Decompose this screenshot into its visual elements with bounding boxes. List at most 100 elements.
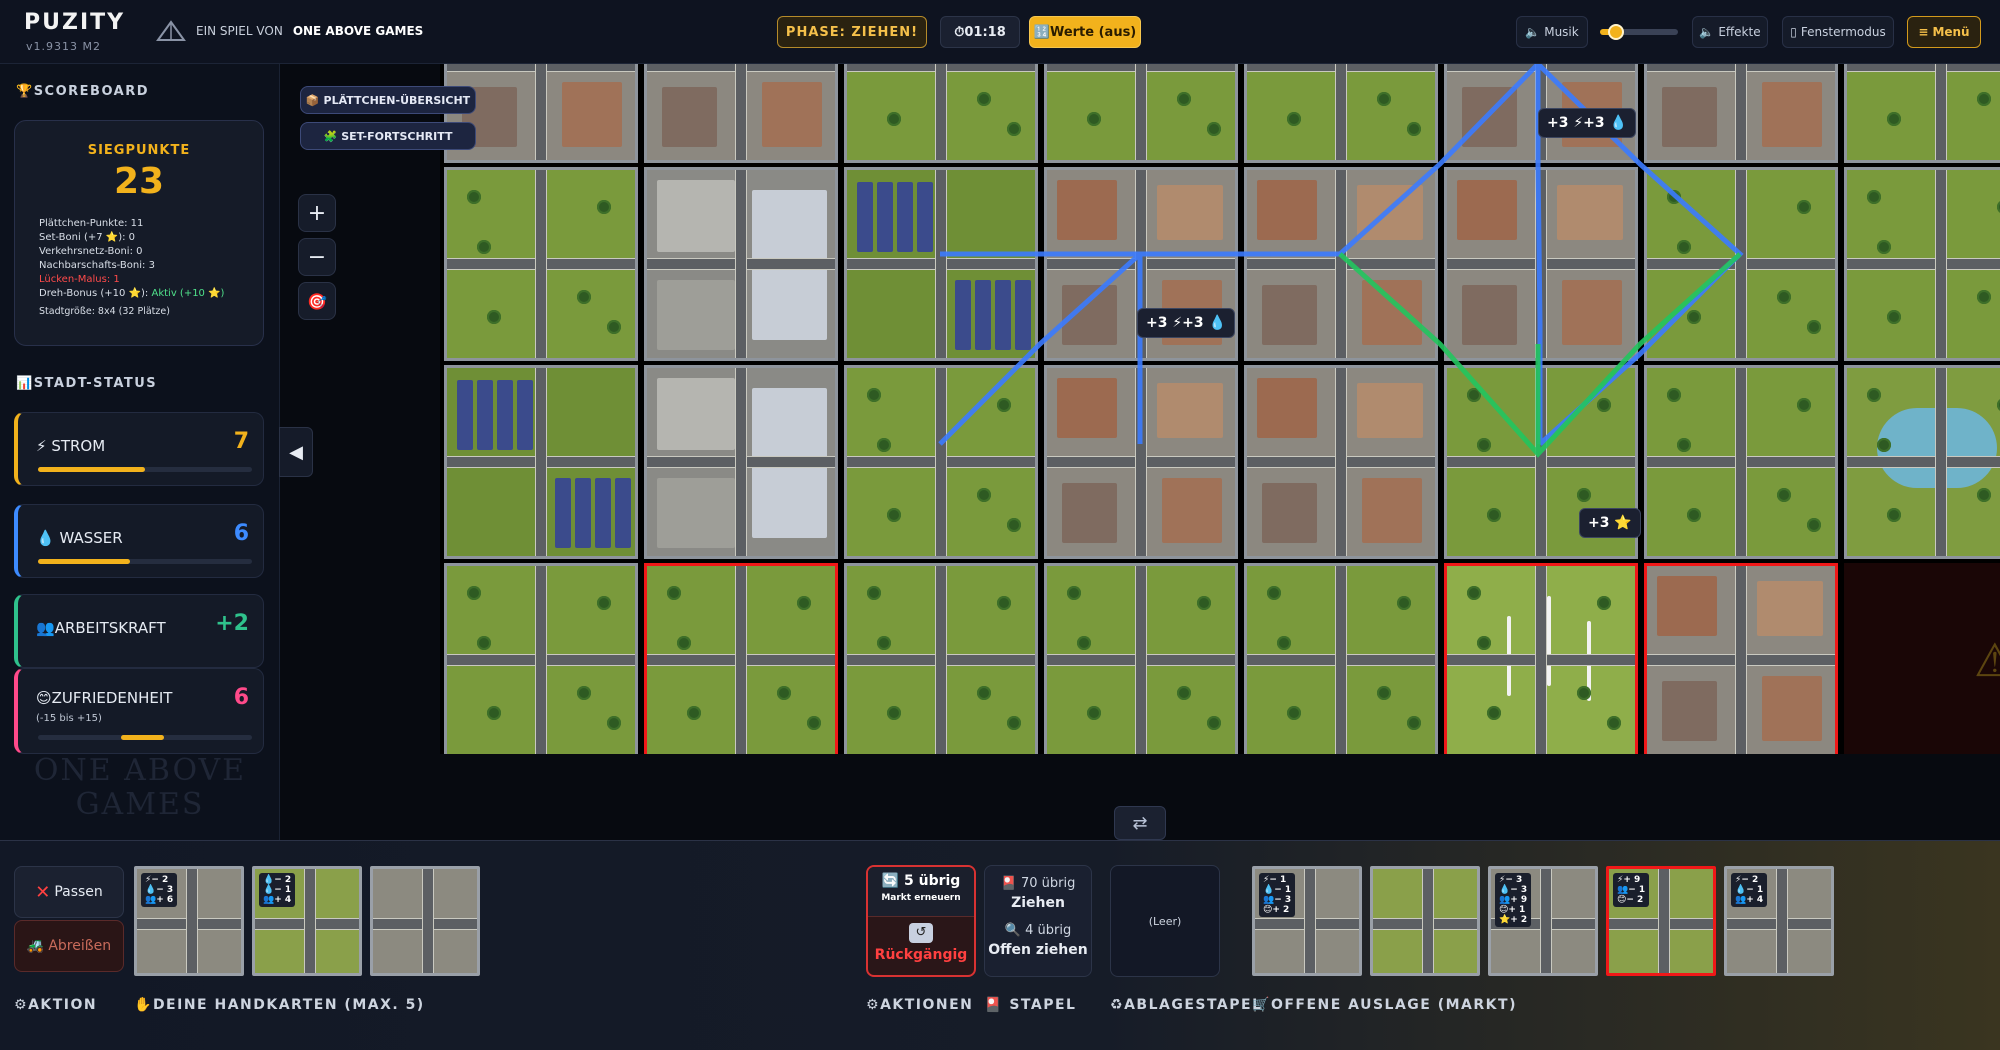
board-tile[interactable] [1244,167,1438,361]
undo-button[interactable]: ↺ Rückgängig [868,919,974,977]
market-card[interactable]: ⚡− 1 💧− 1 👥− 3 😊+ 2 [1252,866,1362,976]
tree [1777,488,1791,502]
tree [577,686,591,700]
board-tile[interactable] [644,563,838,754]
zoom-out-button[interactable]: − [298,238,336,276]
solar-panel [877,182,893,252]
recycle-icon: ♻ [1110,997,1125,1013]
board-tile[interactable] [1644,563,1838,754]
board-tile[interactable] [444,167,638,361]
action-label: ⚙AKTION [14,997,98,1013]
volume-slider[interactable] [1600,24,1678,40]
board-tile[interactable] [1644,167,1838,361]
road [1535,566,1548,754]
score-card: SIEGPUNKTE 23 Plättchen-Punkte: 11 Set-B… [14,120,264,346]
parking-lot [657,378,735,450]
board-tile[interactable] [844,563,1038,754]
effects-button[interactable]: 🔈 Effekte [1692,16,1768,48]
card-stat: ⚡− 2 [1735,875,1759,885]
empty-board-slot[interactable]: ⚠ [1844,563,2000,754]
timer: ⏱ 01:18 [940,16,1020,48]
building-block [1262,483,1317,543]
board-tile[interactable] [644,64,838,163]
card-stat: 💧− 3 [1499,885,1528,895]
board-tile[interactable] [1044,365,1238,559]
draw-button[interactable]: 🎴 70 übrig Ziehen [985,872,1091,911]
building-block [1762,82,1822,147]
demolish-button[interactable]: 🚜 Abreißen [14,920,124,972]
board-tile[interactable] [1844,64,2000,163]
board-tile[interactable] [1244,563,1438,754]
music-button[interactable]: 🔈 Musik [1516,16,1588,48]
market-card[interactable]: ⚡+ 9 👥− 1 😊− 2 [1606,866,1716,976]
board-tile[interactable] [844,64,1038,163]
board-tile[interactable] [1244,365,1438,559]
card-stat: 💧− 1 [263,885,292,895]
tile-overview-button[interactable]: 📦 PLÄTTCHEN-ÜBERSICHT [300,86,476,114]
card-stats-badge: ⚡− 2 💧− 3 👥+ 6 [141,873,178,907]
board-tile[interactable] [1444,563,1638,754]
draw-pile[interactable]: 🎴 70 übrig Ziehen 🔍 4 übrig Offen ziehen [984,865,1092,977]
tree [1677,240,1691,254]
magnifier-icon: 🔍 [1004,923,1021,938]
set-progress-button[interactable]: 🧩 SET-FORTSCHRITT [300,122,476,150]
solar-panel [477,380,493,450]
board-tile[interactable] [1244,64,1438,163]
values-toggle-button[interactable]: 🔢 Werte (aus) [1029,16,1141,48]
hand-card[interactable] [370,866,480,976]
board-tile[interactable] [444,365,638,559]
sidebar-collapse-button[interactable]: ◀ [279,427,313,477]
tree [887,112,901,126]
building-block [1262,285,1317,345]
shuffle-button[interactable]: ⇄ [1114,806,1166,840]
road [303,869,316,973]
open-draw-button[interactable]: 🔍 4 übrig Offen ziehen [985,919,1091,958]
road [735,170,748,358]
tree [467,190,481,204]
board-tile[interactable] [844,365,1038,559]
board-tile[interactable] [844,167,1038,361]
tree [1597,398,1611,412]
building-block [1157,383,1223,438]
pile-label: 🎴 STAPEL [984,997,1077,1013]
board-tile[interactable] [644,167,838,361]
board-tile[interactable] [1044,64,1238,163]
road [935,170,948,358]
gear-icon: ⚙ [14,997,29,1013]
stat-workforce-value: +2 [215,611,249,636]
board-tile[interactable] [644,365,838,559]
tree [1477,636,1491,650]
discard-pile[interactable]: (Leer) [1110,865,1220,977]
board-tile[interactable] [1644,365,1838,559]
game-screen: { "app": {"title": "PUZITY", "version": … [0,0,2000,1050]
board-tile[interactable] [1844,167,2000,361]
board-tile[interactable] [1844,365,2000,559]
tree [487,706,501,720]
market-card[interactable]: ⚡− 2 💧− 1 👥+ 4 [1724,866,1834,976]
board-tile[interactable] [1644,64,1838,163]
market-card[interactable] [1370,866,1480,976]
center-view-button[interactable]: 🎯 [298,282,336,320]
board-tile[interactable] [1444,167,1638,361]
building-block [1662,87,1717,147]
building-block [562,82,622,147]
volume-knob[interactable] [1608,24,1624,40]
refresh-market-button[interactable]: 🔄 5 übrig Markt erneuern [868,867,974,917]
pass-button[interactable]: ✕ Passen [14,866,124,918]
market-count: 5 übrig [903,873,961,889]
game-board[interactable]: ⚠ +3 ⚡+3 💧 +3 ⚡+3 💧 +3 ⭐ [440,64,2000,754]
market-card[interactable]: ⚡− 3 💧− 3 👥+ 9 😊+ 1 ⭐+ 2 [1488,866,1598,976]
hand-card[interactable]: ⚡− 2 💧− 3 👥+ 6 [134,866,244,976]
tagline: EIN SPIEL VON ONE ABOVE GAMES [156,18,423,44]
menu-button[interactable]: ≡ Menü [1907,16,1981,48]
board-tile[interactable] [1044,563,1238,754]
hand-card[interactable]: 💧− 2 💧− 1 👥+ 4 [252,866,362,976]
zoom-in-button[interactable]: + [298,194,336,232]
tree [1577,686,1591,700]
tree [1467,586,1481,600]
window-mode-button[interactable]: ▯ Fenstermodus [1782,16,1894,48]
market-refresh-box[interactable]: 🔄 5 übrig Markt erneuern ↺ Rückgängig [866,865,976,977]
tree [997,398,1011,412]
road [1535,368,1548,556]
board-tile[interactable] [444,563,638,754]
